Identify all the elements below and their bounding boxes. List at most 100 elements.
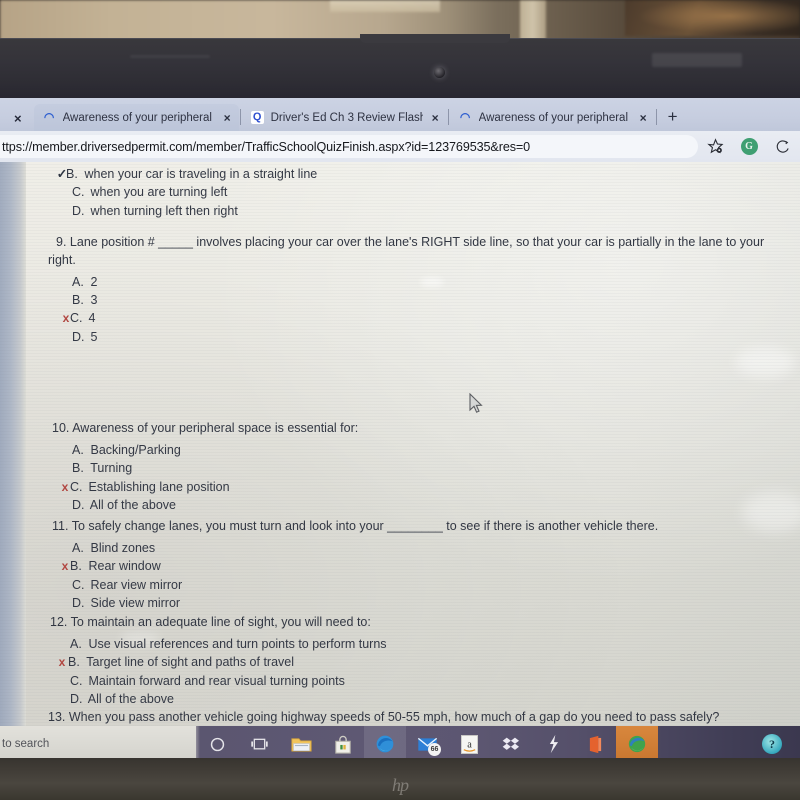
- edge-dev-icon[interactable]: [616, 726, 658, 762]
- question-number: 9.: [56, 235, 67, 249]
- favorites-star-icon[interactable]: [698, 131, 732, 162]
- option-row[interactable]: A. 2: [56, 273, 800, 291]
- option-text: Blind zones: [90, 540, 156, 555]
- amazon-icon[interactable]: a: [448, 726, 490, 762]
- browser-tab-strip: × ◠ Awareness of your peripheral sp × Q …: [0, 98, 800, 131]
- browser-tab-0[interactable]: ◠ Awareness of your peripheral sp ×: [33, 104, 239, 131]
- option-letter: D.: [72, 329, 85, 344]
- option-row[interactable]: A. Blind zones: [52, 539, 800, 557]
- option-letter: A.: [72, 442, 84, 457]
- question-number: 12.: [50, 615, 68, 629]
- laptop-base-deck: hp: [0, 758, 800, 800]
- edge-icon[interactable]: [364, 726, 406, 762]
- question-9-stem-line2: right.: [48, 252, 76, 267]
- file-explorer-icon[interactable]: [280, 726, 322, 762]
- svg-text:a: a: [467, 739, 472, 750]
- mail-badge-count: 66: [428, 743, 441, 756]
- option-letter: A.: [72, 540, 84, 555]
- option-letter: B.: [72, 461, 84, 476]
- option-text: Use visual references and turn points to…: [88, 636, 387, 651]
- option-row[interactable]: ✓ B. when your car is traveling in a str…: [56, 165, 800, 183]
- question-9: 9. Lane position # _____ involves placin…: [48, 234, 800, 346]
- option-text: 5: [90, 329, 98, 344]
- option-letter: D.: [70, 691, 83, 706]
- browser-tab-2[interactable]: ◠ Awareness of your peripheral sp ×: [450, 104, 655, 131]
- task-view-icon[interactable]: [238, 726, 280, 762]
- option-letter: B.: [72, 292, 84, 307]
- taskbar-search-box[interactable]: to search: [0, 726, 196, 762]
- lane-icon: ◠: [459, 110, 471, 124]
- option-row[interactable]: B. 3: [56, 291, 800, 309]
- profile-avatar[interactable]: G: [732, 131, 766, 162]
- quizlet-icon: Q: [250, 111, 264, 124]
- option-text: 2: [90, 274, 98, 289]
- option-text: Establishing lane position: [88, 479, 230, 494]
- tab-close-leftmost-icon[interactable]: ×: [4, 111, 34, 131]
- option-row[interactable]: x C. 4: [56, 309, 800, 327]
- option-text: 4: [88, 311, 96, 326]
- office-icon[interactable]: [574, 726, 616, 762]
- option-text: 3: [90, 292, 98, 307]
- search-placeholder: to search: [2, 738, 50, 750]
- option-text: Side view mirror: [90, 595, 181, 610]
- close-icon[interactable]: ×: [430, 111, 439, 125]
- option-row[interactable]: C. Rear view mirror: [52, 576, 800, 594]
- browser-tab-1-label: Driver's Ed Ch 3 Review Flashcar: [270, 111, 423, 124]
- option-text: All of the above: [87, 691, 174, 706]
- avatar-letter: G: [740, 138, 758, 155]
- option-letter: D.: [72, 203, 85, 218]
- browser-tab-1[interactable]: Q Driver's Ed Ch 3 Review Flashcar ×: [242, 104, 447, 131]
- wall-frame-light: [330, 0, 440, 12]
- question-12-stem: 12. To maintain an adequate line of sigh…: [50, 614, 800, 632]
- close-icon[interactable]: ×: [222, 111, 231, 125]
- browser-window: × ◠ Awareness of your peripheral sp × Q …: [0, 98, 800, 735]
- option-row[interactable]: A. Use visual references and turn points…: [50, 635, 800, 653]
- option-letter: C.: [72, 577, 85, 592]
- option-row[interactable]: D. All of the above: [52, 496, 800, 514]
- option-row[interactable]: x B. Target line of sight and paths of t…: [50, 653, 800, 671]
- option-row[interactable]: A. Backing/Parking: [52, 441, 800, 459]
- cortana-icon[interactable]: [196, 726, 238, 762]
- option-row[interactable]: C. Maintain forward and rear visual turn…: [50, 672, 800, 690]
- url-input[interactable]: ttps://member.driversedpermit.com/member…: [0, 135, 698, 158]
- option-row[interactable]: D. Side view mirror: [52, 594, 800, 612]
- bezel-highlight-right: [652, 53, 742, 67]
- option-letter: D.: [72, 595, 85, 610]
- question-12: 12. To maintain an adequate line of sigh…: [50, 614, 800, 708]
- wrong-mark-icon: x: [62, 311, 70, 326]
- option-row[interactable]: B. Turning: [52, 459, 800, 477]
- quiz-page-viewport: ✓ B. when your car is traveling in a str…: [0, 162, 800, 735]
- bezel-notch: [360, 34, 510, 43]
- wrong-mark-icon: x: [58, 655, 66, 670]
- option-text: Turning: [90, 461, 133, 476]
- option-row[interactable]: D. 5: [56, 328, 800, 346]
- option-text: Rear window: [88, 559, 161, 574]
- option-row[interactable]: D. All of the above: [50, 690, 800, 708]
- dropbox-icon[interactable]: [490, 726, 532, 762]
- lightning-icon[interactable]: [532, 726, 574, 762]
- bezel-highlight-left: [130, 55, 210, 58]
- help-icon[interactable]: ?: [762, 734, 782, 754]
- new-tab-button[interactable]: +: [658, 107, 678, 131]
- browser-tab-2-label: Awareness of your peripheral sp: [478, 111, 631, 124]
- option-row[interactable]: x C. Establishing lane position: [52, 478, 800, 496]
- microsoft-store-icon[interactable]: [322, 726, 364, 762]
- doorframe: [520, 0, 546, 42]
- collections-icon[interactable]: [766, 131, 800, 162]
- question-10: 10. Awareness of your peripheral space i…: [52, 420, 800, 514]
- option-row[interactable]: x B. Rear window: [52, 557, 800, 575]
- mail-icon[interactable]: 66: [406, 726, 448, 762]
- option-row[interactable]: C. when you are turning left: [56, 183, 800, 201]
- question-9-stem: 9. Lane position # _____ involves placin…: [56, 234, 800, 252]
- option-text: when you are turning left: [90, 185, 228, 200]
- question-13-stem: 13. When you pass another vehicle going …: [48, 709, 800, 727]
- close-icon[interactable]: ×: [638, 111, 647, 125]
- option-letter: A.: [70, 636, 82, 651]
- wrong-mark-icon: x: [61, 559, 69, 574]
- option-letter: C.: [72, 185, 85, 200]
- option-row[interactable]: D. when turning left then right: [56, 202, 800, 220]
- question-number: 13.: [48, 710, 66, 724]
- option-letter: C.: [70, 479, 83, 494]
- option-text: All of the above: [89, 497, 176, 512]
- tab-separator: [655, 109, 657, 125]
